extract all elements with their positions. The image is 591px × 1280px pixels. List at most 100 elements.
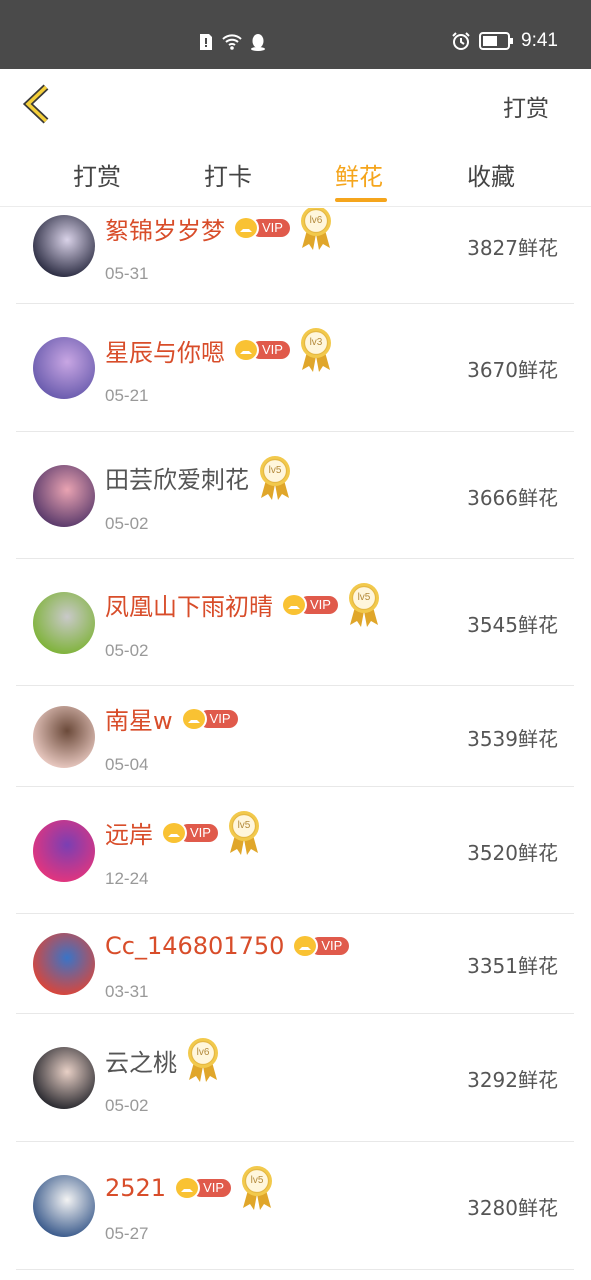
list-item[interactable]: 远岸 VIP lv5 12-24 3520鲜花	[16, 787, 574, 914]
user-name[interactable]: Cc_146801750	[105, 932, 284, 960]
user-name[interactable]: 远岸	[105, 815, 153, 850]
user-name[interactable]: 絮锦岁岁梦	[105, 211, 225, 246]
date-label: 05-02	[105, 640, 149, 660]
user-name[interactable]: 凤凰山下雨初晴	[105, 587, 273, 622]
level-medal-icon: lv5	[346, 581, 382, 629]
flower-count: 3827鲜花	[467, 236, 558, 260]
wifi-icon	[222, 34, 242, 50]
vip-badge: VIP	[180, 706, 238, 731]
date-label: 12-24	[105, 868, 149, 888]
app-screen: 9:41 打赏 打赏 打卡 鲜花 收藏 絮锦岁岁梦 VIP lv6 05-31 3827…	[0, 0, 591, 1280]
user-name[interactable]: 2521	[105, 1174, 166, 1202]
name-line: Cc_146801750 VIP	[105, 928, 350, 964]
tab-bar: 打赏 打卡 鲜花 收藏	[0, 139, 591, 207]
user-name[interactable]: 云之桃	[105, 1043, 177, 1078]
name-line: 南星w VIP	[105, 701, 238, 737]
header: 打赏	[0, 69, 591, 139]
flower-count: 3539鲜花	[467, 726, 558, 751]
vip-badge: VIP	[174, 1176, 232, 1200]
list-item[interactable]: 田芸欣爱刺花 lv5 05-02 3666鲜花	[16, 432, 574, 559]
name-line: 2521 VIP lv5	[105, 1162, 275, 1214]
user-name[interactable]: 星辰与你嗯	[105, 333, 225, 368]
tab-reward[interactable]: 打赏	[73, 157, 121, 192]
list-item[interactable]: 2521 VIP lv5 05-27 3280鲜花	[16, 1142, 574, 1270]
level-label: lv5	[268, 464, 282, 476]
alarm-icon	[452, 32, 470, 50]
back-arrow-icon[interactable]	[20, 83, 56, 125]
tab-flowers[interactable]: 鲜花	[335, 157, 383, 192]
avatar[interactable]	[33, 1175, 95, 1237]
tab-favorites[interactable]: 收藏	[467, 157, 515, 192]
level-medal-icon: lv6	[298, 208, 334, 252]
level-medal-icon: lv5	[239, 1164, 275, 1212]
list-item[interactable]: 云之桃 lv6 05-02 3292鲜花	[16, 1014, 574, 1142]
user-name[interactable]: 南星w	[105, 701, 173, 736]
crown-icon	[233, 216, 259, 240]
vip-badge: VIP	[281, 592, 338, 617]
avatar[interactable]	[33, 591, 95, 654]
level-label: lv5	[357, 591, 371, 603]
active-tab-indicator	[335, 198, 387, 202]
avatar[interactable]	[33, 819, 95, 882]
list-item[interactable]: 星辰与你嗯 VIP lv3 05-21 3670鲜花	[16, 304, 574, 432]
battery-icon	[479, 32, 514, 50]
date-label: 03-31	[105, 982, 149, 1001]
crown-icon	[174, 1176, 201, 1200]
vip-badge: VIP	[233, 338, 290, 362]
vip-badge: VIP	[161, 820, 218, 845]
name-line: 远岸 VIP lv5	[105, 807, 262, 859]
name-line: 凤凰山下雨初晴 VIP lv5	[105, 579, 382, 631]
sim-alert-icon	[200, 34, 212, 50]
date-label: 05-02	[105, 1096, 149, 1115]
flower-count: 3545鲜花	[467, 612, 558, 637]
avatar[interactable]	[33, 215, 95, 277]
vip-badge: VIP	[292, 934, 350, 958]
crown-icon	[281, 592, 307, 617]
list-item[interactable]: 絮锦岁岁梦 VIP lv6 05-31 3827鲜花	[16, 208, 574, 304]
level-label: lv6	[309, 215, 323, 226]
name-line: 田芸欣爱刺花 lv5	[105, 452, 293, 504]
date-label: 05-31	[105, 264, 149, 283]
flower-count: 3280鲜花	[467, 1196, 558, 1220]
name-line: 星辰与你嗯 VIP lv3	[105, 324, 334, 376]
status-bar: 9:41	[0, 0, 591, 69]
date-label: 05-21	[105, 386, 149, 405]
avatar[interactable]	[33, 464, 95, 527]
list-item[interactable]: 南星w VIP 05-04 3539鲜花	[16, 686, 574, 787]
flower-count: 3670鲜花	[467, 358, 558, 382]
date-label: 05-27	[105, 1224, 149, 1243]
flower-count: 3351鲜花	[467, 954, 558, 978]
crown-icon	[292, 934, 319, 958]
flower-ranking-list: 絮锦岁岁梦 VIP lv6 05-31 3827鲜花星辰与你嗯 VIP lv3 05-21 36…	[0, 208, 591, 1280]
list-item[interactable]: Cc_146801750 VIP 03-31 3351鲜花	[16, 914, 574, 1014]
flower-count: 3292鲜花	[467, 1068, 558, 1092]
date-label: 05-04	[105, 754, 149, 774]
reward-button[interactable]: 打赏	[503, 89, 549, 123]
avatar[interactable]	[33, 1047, 95, 1109]
avatar[interactable]	[33, 933, 95, 995]
status-time: 9:41	[521, 30, 558, 51]
name-line: 云之桃 lv6	[105, 1034, 221, 1086]
flower-count: 3666鲜花	[467, 485, 558, 510]
level-label: lv5	[237, 819, 251, 831]
level-label: lv6	[196, 1047, 210, 1058]
level-label: lv5	[250, 1175, 264, 1186]
status-icons-center	[196, 32, 268, 52]
name-line: 絮锦岁岁梦 VIP lv6	[105, 208, 334, 254]
avatar[interactable]	[33, 337, 95, 399]
level-medal-icon: lv3	[298, 326, 334, 374]
qq-icon	[251, 34, 265, 51]
date-label: 05-02	[105, 513, 149, 533]
list-item[interactable]: 凤凰山下雨初晴 VIP lv5 05-02 3545鲜花	[16, 559, 574, 686]
flower-count: 3520鲜花	[467, 840, 558, 865]
avatar[interactable]	[33, 705, 95, 768]
tab-checkin[interactable]: 打卡	[204, 157, 252, 192]
vip-badge: VIP	[233, 216, 290, 240]
crown-icon	[233, 338, 259, 362]
level-medal-icon: lv6	[185, 1036, 221, 1084]
status-icons-right: 9:41	[451, 30, 558, 52]
level-medal-icon: lv5	[226, 809, 262, 857]
level-label: lv3	[309, 337, 323, 348]
user-name[interactable]: 田芸欣爱刺花	[105, 460, 249, 495]
crown-icon	[180, 706, 207, 731]
